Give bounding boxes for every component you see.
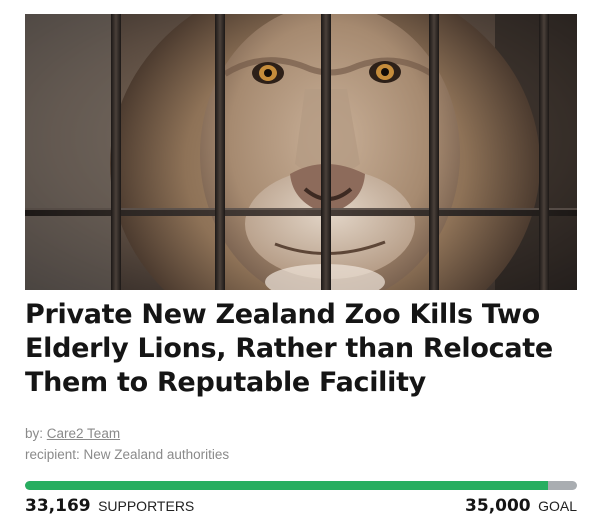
supporters-count-group: 33,169 SUPPORTERS [25, 496, 194, 516]
author-prefix: by: [25, 426, 44, 441]
petition-image[interactable] [25, 14, 577, 290]
supporters-label: SUPPORTERS [98, 498, 195, 514]
progress-bar [25, 481, 577, 490]
petition-card: Private New Zealand Zoo Kills Two Elderl… [25, 14, 577, 465]
goal-label: GOAL [538, 498, 577, 514]
goal-count-group: 35,000 GOAL [465, 496, 577, 516]
petition-meta: by: Care2 Team recipient: New Zealand au… [25, 423, 577, 465]
goal-count: 35,000 [465, 496, 531, 516]
author-link[interactable]: Care2 Team [47, 426, 120, 441]
recipient-line: recipient: New Zealand authorities [25, 447, 230, 462]
progress-stats: 33,169 SUPPORTERS 35,000 GOAL [25, 496, 577, 516]
progress-fill [25, 481, 549, 490]
lion-photo [25, 14, 577, 290]
petition-title[interactable]: Private New Zealand Zoo Kills Two Elderl… [25, 298, 555, 400]
supporters-count: 33,169 [25, 496, 91, 516]
author-line: by: Care2 Team [25, 423, 577, 444]
